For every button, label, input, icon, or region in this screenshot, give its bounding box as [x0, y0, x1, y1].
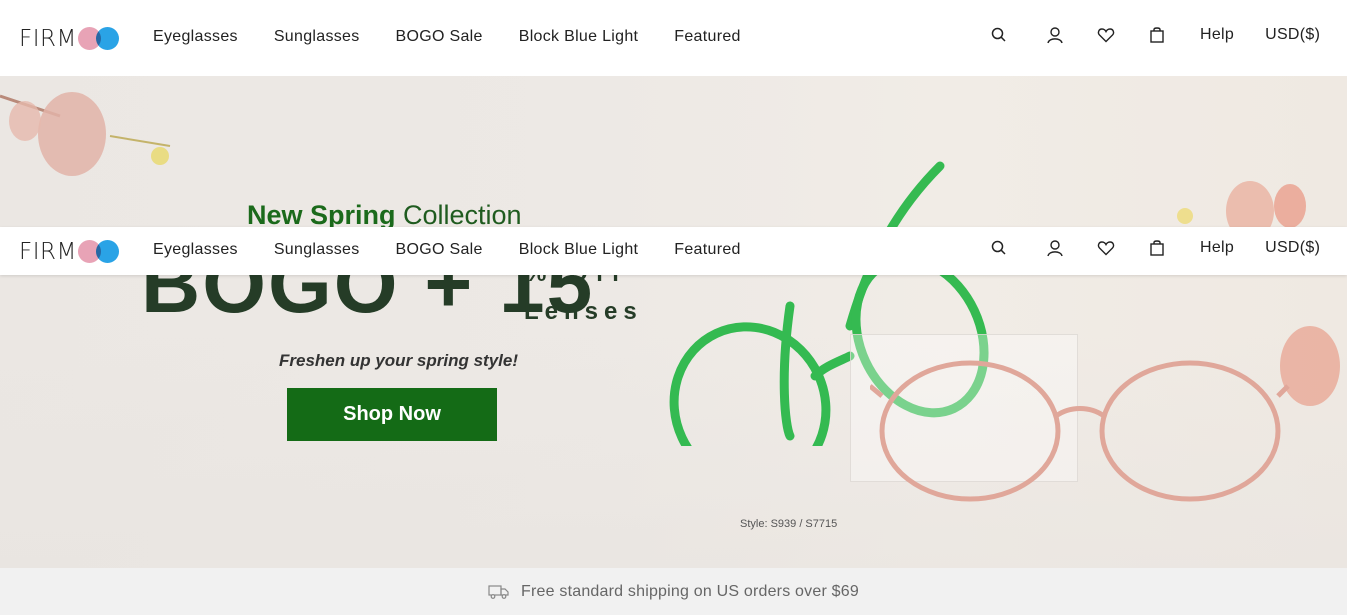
nav-link-block-blue-light[interactable]: Block Blue Light — [519, 28, 639, 46]
heart-icon[interactable] — [1097, 26, 1115, 44]
currency-selector[interactable]: USD($) — [1265, 239, 1320, 257]
logo-text: FIRM — [19, 25, 77, 52]
logo-text: FIRM — [19, 238, 77, 265]
shop-now-button[interactable]: Shop Now — [287, 388, 497, 441]
shipping-text: Free standard shipping on US orders over… — [521, 582, 859, 600]
currency-selector[interactable]: USD($) — [1265, 26, 1320, 44]
search-icon[interactable] — [990, 239, 1008, 257]
style-caption: Style: S939 / S7715 — [740, 518, 838, 530]
nav-actions-sticky: Help USD($) — [990, 239, 1320, 257]
logo-circles-icon — [77, 27, 122, 51]
main-nav-sticky: Eyeglasses Sunglasses BOGO Sale Block Bl… — [153, 241, 741, 259]
nav-link-eyeglasses[interactable]: Eyeglasses — [153, 241, 238, 259]
nav-link-bogo-sale[interactable]: BOGO Sale — [396, 28, 483, 46]
nav-link-featured[interactable]: Featured — [674, 28, 740, 46]
bag-icon[interactable] — [1148, 239, 1166, 257]
nav-link-eyeglasses[interactable]: Eyeglasses — [153, 28, 238, 46]
user-icon[interactable] — [1046, 26, 1064, 44]
nav-link-bogo-sale[interactable]: BOGO Sale — [396, 241, 483, 259]
logo-circles-icon — [77, 240, 122, 264]
nav-link-sunglasses[interactable]: Sunglasses — [274, 28, 360, 46]
nav-link-sunglasses[interactable]: Sunglasses — [274, 241, 360, 259]
user-icon[interactable] — [1046, 239, 1064, 257]
help-link[interactable]: Help — [1200, 26, 1234, 44]
search-icon[interactable] — [990, 26, 1008, 44]
help-link[interactable]: Help — [1200, 239, 1234, 257]
nav-link-block-blue-light[interactable]: Block Blue Light — [519, 241, 639, 259]
main-nav: Eyeglasses Sunglasses BOGO Sale Block Bl… — [153, 28, 741, 46]
truck-icon — [488, 584, 509, 599]
flower-decoration-left — [0, 92, 171, 176]
nav-actions: Help USD($) — [990, 26, 1320, 44]
hero-banner[interactable]: New Spring Collection BOGO + 15 % Off Le… — [0, 76, 1347, 568]
nav-link-featured[interactable]: Featured — [674, 241, 740, 259]
pink-glasses-image — [870, 360, 1290, 502]
sticky-navbar: FIRM Eyeglasses Sunglasses BOGO Sale Blo… — [0, 227, 1347, 275]
shipping-banner: Free standard shipping on US orders over… — [0, 568, 1347, 615]
hero-tagline: Freshen up your spring style! — [279, 351, 518, 370]
heart-icon[interactable] — [1097, 239, 1115, 257]
bag-icon[interactable] — [1148, 26, 1166, 44]
brand-logo[interactable]: FIRM — [19, 26, 122, 52]
brand-logo-sticky[interactable]: FIRM — [19, 239, 122, 265]
hero-lenses-text: Lenses — [524, 298, 643, 325]
top-navbar: FIRM Eyeglasses Sunglasses BOGO Sale Blo… — [0, 14, 1347, 62]
